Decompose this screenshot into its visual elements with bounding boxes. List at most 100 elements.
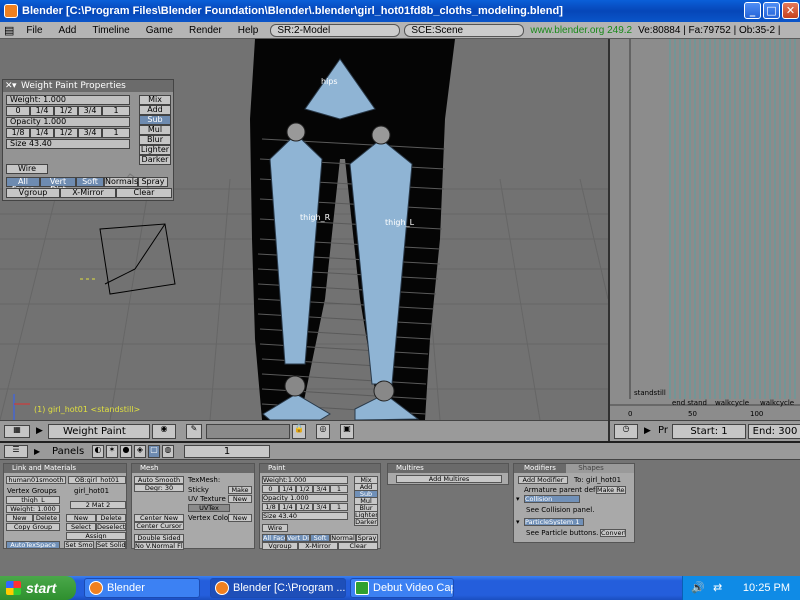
paint-weight-preset-1-2[interactable]: 1/2 xyxy=(296,485,313,493)
make-real-button[interactable]: Make Real xyxy=(596,486,626,494)
autotexspace-button[interactable]: AutoTexSpace xyxy=(6,541,60,549)
paint-size-slider[interactable]: Size 43.40 xyxy=(262,512,348,520)
add-multires-button[interactable]: Add Multires xyxy=(396,475,502,483)
panel-collapse-icon[interactable]: ▾ xyxy=(12,80,17,92)
start-button[interactable]: start xyxy=(0,576,76,600)
set-solid-button[interactable]: Set Solid xyxy=(96,541,126,549)
collision-expand-icon[interactable]: ▾ xyxy=(516,495,520,503)
script-context-icon[interactable]: ✶ xyxy=(106,445,118,458)
mode-add[interactable]: Add xyxy=(139,105,171,115)
degr-field[interactable]: Degr: 30 xyxy=(134,484,184,492)
vertex-color-new-button[interactable]: New xyxy=(228,514,252,522)
menu-file[interactable]: File xyxy=(18,25,50,36)
marker-end-stand[interactable]: end stand xyxy=(672,399,707,407)
paint-wire-toggle[interactable]: Wire xyxy=(262,524,288,532)
deselect-button[interactable]: Deselect xyxy=(96,523,126,531)
mode-darker[interactable]: Darker xyxy=(139,155,171,165)
paint-option-normal[interactable]: Normal xyxy=(330,534,356,542)
editing-context-icon[interactable]: ▢ xyxy=(148,445,160,458)
info-window-type-icon[interactable]: ▤ xyxy=(0,24,18,37)
start-frame-field[interactable]: Start: 1 xyxy=(672,424,746,439)
vgroup-weight-field[interactable]: Weight: 1.000 xyxy=(6,505,60,513)
tray-volume-icon[interactable]: 🔊 xyxy=(691,576,705,600)
weight-preset-1-4[interactable]: 1/4 xyxy=(30,106,54,116)
end-frame-field[interactable]: End: 300 xyxy=(748,424,800,439)
minimize-button[interactable]: _ xyxy=(744,2,761,19)
3d-viewport[interactable]: hips thigh_R thigh_L (1) girl_hot01 <sta… xyxy=(0,39,608,420)
vgroup-button[interactable]: Vgroup xyxy=(6,188,60,198)
auto-smooth-button[interactable]: Auto Smooth xyxy=(134,476,184,484)
convert-button[interactable]: Convert xyxy=(600,529,626,537)
draw-type-icon[interactable]: ◉ xyxy=(152,424,176,439)
center-cursor-button[interactable]: Center Cursor xyxy=(134,522,184,530)
opacity-preset-3-4[interactable]: 3/4 xyxy=(78,128,102,138)
opacity-preset-1-8[interactable]: 1/8 xyxy=(6,128,30,138)
modifiers-tab[interactable]: Modifiers xyxy=(514,464,566,473)
scene-context-icon[interactable]: ◍ xyxy=(162,445,174,458)
add-modifier-button[interactable]: Add Modifier xyxy=(518,476,568,484)
object-context-icon[interactable]: ◈ xyxy=(134,445,146,458)
material-new-button[interactable]: New xyxy=(66,514,96,522)
paint-weight-slider[interactable]: Weight:1.000 xyxy=(262,476,348,484)
mode-mul[interactable]: Mul xyxy=(139,125,171,135)
ogl-render-icon[interactable]: ◎ xyxy=(316,424,330,439)
mode-blur[interactable]: Blur xyxy=(139,135,171,145)
option-normals[interactable]: Normals xyxy=(104,177,138,187)
menu-render[interactable]: Render xyxy=(181,25,230,36)
mode-sub[interactable]: Sub xyxy=(139,115,171,125)
paint-option-soft[interactable]: Soft xyxy=(310,534,330,542)
paint-opacity-preset-1[interactable]: 1 xyxy=(330,503,348,511)
mode-selector[interactable]: Weight Paint xyxy=(48,424,150,439)
wire-toggle[interactable]: Wire xyxy=(6,164,48,174)
opacity-preset-1-4[interactable]: 1/4 xyxy=(30,128,54,138)
frame-number-field[interactable]: 1 xyxy=(184,445,270,458)
snapshot-icon[interactable]: ▣ xyxy=(340,424,354,439)
option-vert-dist[interactable]: Vert Dist xyxy=(40,177,76,194)
option-soft[interactable]: Soft xyxy=(76,177,104,187)
double-sided-button[interactable]: Double Sided xyxy=(134,534,184,542)
weight-slider[interactable]: Weight: 1.000 xyxy=(6,95,130,105)
shading-context-icon[interactable]: ● xyxy=(120,445,132,458)
layer-buttons[interactable] xyxy=(206,424,290,439)
paint-weight-preset-1-4[interactable]: 1/4 xyxy=(279,485,296,493)
paint-x-mirror-button[interactable]: X-Mirror xyxy=(298,542,338,550)
screen-selector[interactable]: SR:2-Model xyxy=(270,23,401,37)
weight-preset-1-2[interactable]: 1/2 xyxy=(54,106,78,116)
menu-game[interactable]: Game xyxy=(138,25,181,36)
weight-preset-1[interactable]: 1 xyxy=(102,106,130,116)
opacity-preset-1-2[interactable]: 1/2 xyxy=(54,128,78,138)
menu-timeline[interactable]: Timeline xyxy=(84,25,137,36)
sticky-make-button[interactable]: Make xyxy=(228,486,252,494)
paint-weight-preset-3-4[interactable]: 3/4 xyxy=(313,485,330,493)
logic-context-icon[interactable]: ◐ xyxy=(92,445,104,458)
paint-opacity-slider[interactable]: Opacity 1.000 xyxy=(262,494,348,502)
paint-opacity-preset-3-4[interactable]: 3/4 xyxy=(313,503,330,511)
no-vnormal-flip-button[interactable]: No V.Normal Flip xyxy=(134,542,184,550)
timeline-pr-label[interactable]: Pr xyxy=(658,425,668,436)
set-smooth-button[interactable]: Set Smo xyxy=(64,541,94,549)
option-spray[interactable]: Spray xyxy=(138,177,168,187)
material-index-field[interactable]: 2 Mat 2 xyxy=(70,501,126,509)
scene-selector[interactable]: SCE:Scene xyxy=(404,23,525,37)
vgroup-delete-button[interactable]: Delete xyxy=(33,514,60,522)
vgroup-new-button[interactable]: New xyxy=(6,514,33,522)
marker-walkcycle-2[interactable]: walkcycle xyxy=(760,399,794,407)
particle-system-modifier[interactable]: ParticleSystem 1 xyxy=(524,518,584,526)
task-blender[interactable]: Blender xyxy=(84,578,200,598)
timeline-window[interactable]: standstill end stand walkcycle walkcycle… xyxy=(610,39,800,420)
material-delete-button[interactable]: Delete xyxy=(96,514,126,522)
brush-icon[interactable]: ✎ xyxy=(186,424,202,439)
tray-network-icon[interactable]: ⇄ xyxy=(713,576,722,600)
clear-button[interactable]: Clear xyxy=(116,188,172,198)
paint-opacity-preset-1-4[interactable]: 1/4 xyxy=(279,503,296,511)
weight-preset-3-4[interactable]: 3/4 xyxy=(78,106,102,116)
paint-vgroup-button[interactable]: Vgroup xyxy=(262,542,298,550)
copy-group-button[interactable]: Copy Group xyxy=(6,523,60,531)
opacity-slider[interactable]: Opacity 1.000 xyxy=(6,117,130,127)
center-new-button[interactable]: Center New xyxy=(134,514,184,522)
vertex-group-selector[interactable]: thigh_L xyxy=(6,496,60,504)
weight-panel-header[interactable]: ✕ ▾ Weight Paint Properties xyxy=(3,80,173,92)
uv-texture-new-button[interactable]: New xyxy=(228,495,252,503)
paint-option-spray[interactable]: Spray xyxy=(356,534,378,542)
uvtex-layer[interactable]: UVTex xyxy=(188,504,230,512)
